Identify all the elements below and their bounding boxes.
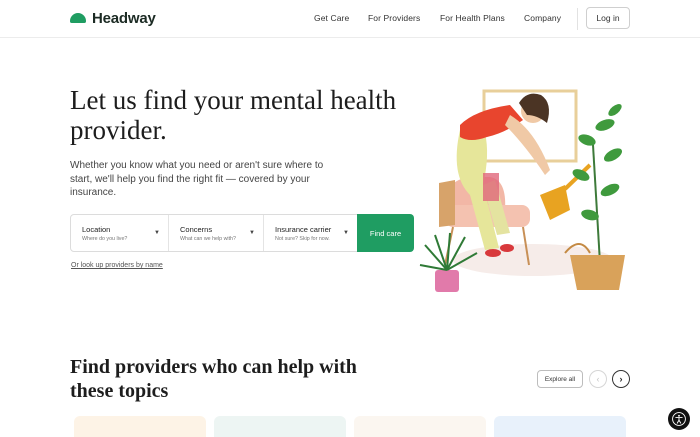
headway-logo-icon: [70, 13, 86, 23]
location-label: Location: [82, 225, 111, 234]
chevron-left-icon[interactable]: ‹: [589, 370, 607, 388]
explore-all-button[interactable]: Explore all: [537, 370, 583, 388]
watering-can: [540, 185, 570, 220]
chevron-right-icon[interactable]: ›: [612, 370, 630, 388]
find-care-button[interactable]: Find care: [357, 214, 414, 252]
insurance-field[interactable]: Insurance carrier Not sure? Skip for now…: [263, 215, 357, 251]
topic-card[interactable]: [214, 416, 346, 437]
chevron-down-icon: ▼: [154, 230, 160, 236]
concerns-hint: What can we help with?: [180, 236, 236, 242]
topics-title: Find providers who can help with these t…: [70, 356, 357, 402]
topic-card[interactable]: [494, 416, 626, 437]
provider-search-bar: Location Where do you live? ▼ Concerns W…: [70, 214, 414, 252]
nav-divider: [577, 8, 578, 30]
insurance-hint: Not sure? Skip for now.: [275, 236, 330, 242]
hero-subtitle: Whether you know what you need or aren't…: [70, 160, 324, 198]
location-hint: Where do you live?: [82, 236, 128, 242]
login-button[interactable]: Log in: [586, 7, 630, 29]
concerns-field[interactable]: Concerns What can we help with? ▼: [168, 215, 263, 251]
topic-card[interactable]: [74, 416, 206, 437]
chair-arm: [439, 180, 455, 227]
insurance-label: Insurance carrier: [275, 225, 332, 234]
chevron-down-icon: ▼: [343, 230, 349, 236]
concerns-label: Concerns: [180, 225, 213, 234]
hero-title: Let us find your mental health provider.: [70, 85, 397, 145]
brand-name: Headway: [92, 10, 156, 27]
topic-card[interactable]: [354, 416, 486, 437]
accessibility-button[interactable]: [668, 408, 690, 430]
nav-get-care[interactable]: Get Care: [314, 13, 349, 23]
small-pot: [435, 270, 459, 292]
hero-illustration: [419, 89, 625, 292]
lookup-by-name-link[interactable]: Or look up providers by name: [71, 262, 163, 269]
chevron-down-icon: ▼: [249, 230, 255, 236]
accessibility-icon: [672, 412, 686, 426]
plant-basket: [570, 255, 625, 290]
headway-logo[interactable]: Headway: [70, 10, 156, 27]
nav-company[interactable]: Company: [524, 13, 561, 23]
location-field[interactable]: Location Where do you live? ▼: [71, 215, 168, 251]
nav-for-providers[interactable]: For Providers: [368, 13, 420, 23]
site-header: Headway Get Care For Providers For Healt…: [0, 0, 700, 38]
nav-for-health-plans[interactable]: For Health Plans: [440, 13, 505, 23]
